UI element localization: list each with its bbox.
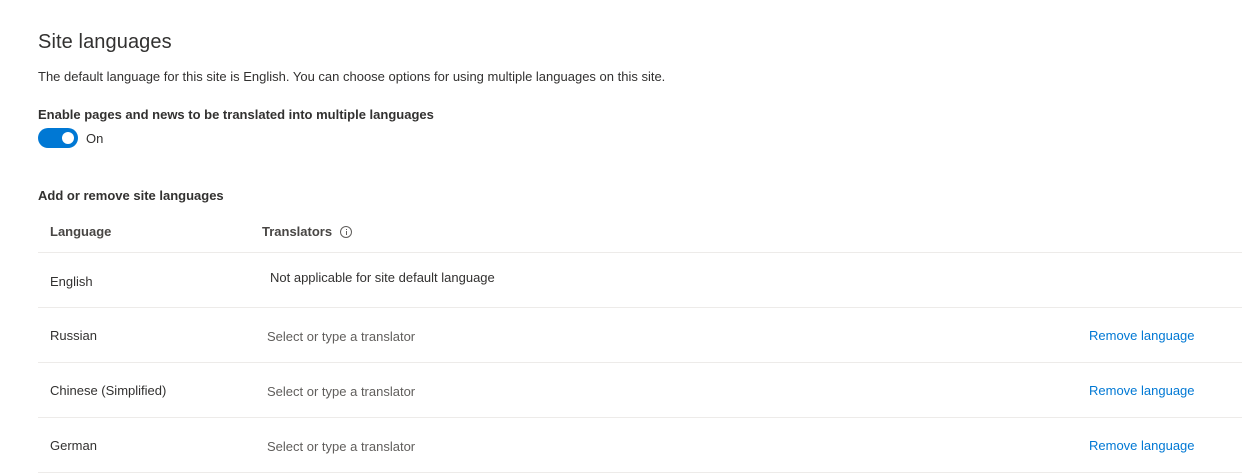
language-cell: Chinese (Simplified) [50,383,167,398]
table-row-chinese-simplified: Chinese (Simplified) Remove language [38,363,1242,418]
language-cell: German [50,438,97,453]
toggle-state-label: On [86,130,104,146]
info-icon[interactable] [340,225,353,238]
languages-section-label: Add or remove site languages [38,188,224,203]
translation-toggle-row: On [38,128,103,148]
translator-picker-input[interactable] [267,439,567,454]
page-title: Site languages [38,31,172,53]
table-header: Language Translators [38,213,1242,253]
translator-picker-input[interactable] [267,384,567,399]
language-cell: English [50,274,93,289]
translator-not-applicable: Not applicable for site default language [270,270,495,285]
column-header-translators-label: Translators [262,224,333,239]
page-description: The default language for this site is En… [38,69,666,84]
toggle-knob [62,132,74,144]
column-header-translators: Translators [262,224,353,239]
translator-picker-input[interactable] [267,329,567,344]
languages-table: Language Translators English Not applica… [38,213,1242,473]
translation-toggle-label: Enable pages and news to be translated i… [38,107,434,122]
table-row-russian: Russian Remove language [38,308,1242,363]
table-row-english: English Not applicable for site default … [38,253,1242,308]
translation-toggle[interactable] [38,128,78,148]
language-cell: Russian [50,328,97,343]
remove-language-button[interactable]: Remove language [1089,438,1195,453]
table-row-german: German Remove language [38,418,1242,473]
remove-language-button[interactable]: Remove language [1089,328,1195,343]
column-header-language: Language [50,224,112,239]
site-languages-page: Site languages The default language for … [0,0,1259,476]
remove-language-button[interactable]: Remove language [1089,383,1195,398]
